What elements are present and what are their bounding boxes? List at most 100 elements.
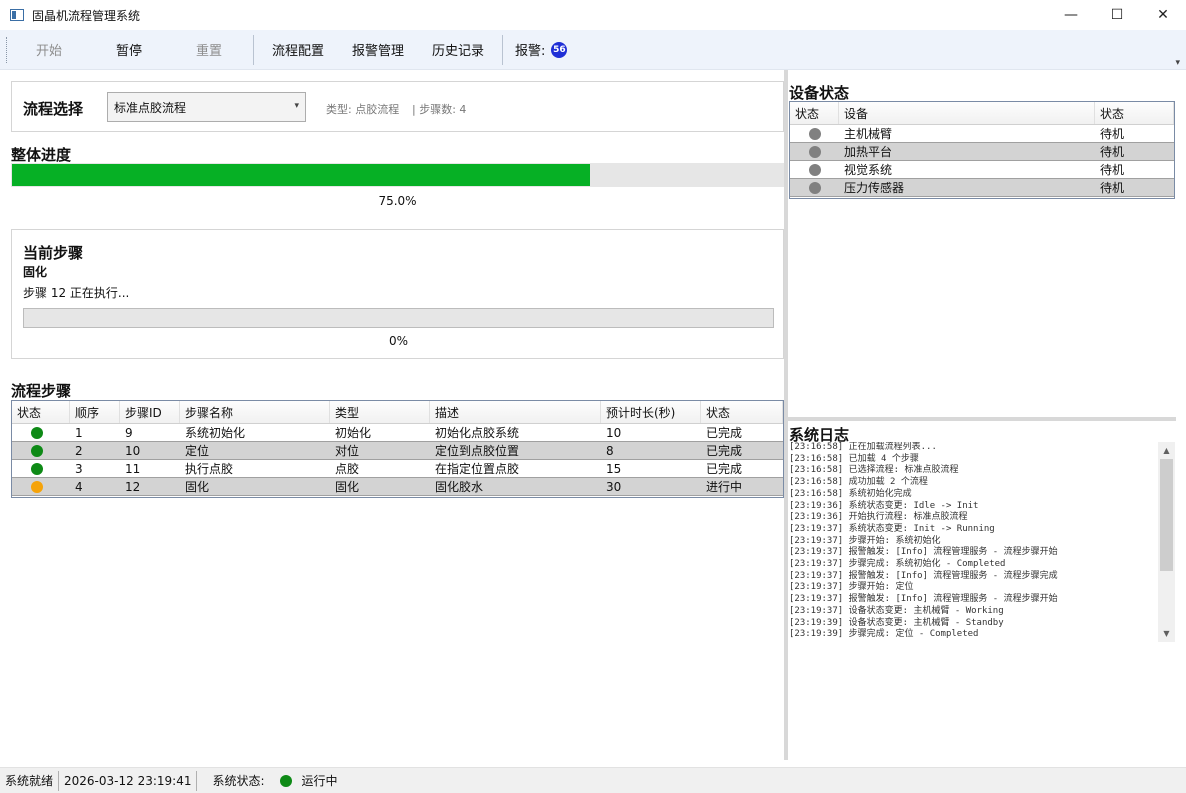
- device-name: 视觉系统: [844, 163, 893, 177]
- flow-select-panel: 流程选择 标准点胶流程 ▾ 类型: 点胶流程 | 步骤数: 4: [11, 81, 784, 132]
- table-row[interactable]: 4 12 固化 固化 固化胶水 30 进行中: [12, 478, 783, 496]
- status-dot-icon: [809, 127, 821, 140]
- status-datetime: 2026-03-12 23:19:41: [64, 773, 192, 788]
- step-type: 点胶: [335, 462, 360, 476]
- alarm-count-badge[interactable]: 56: [551, 41, 568, 58]
- status-dot-icon: [31, 444, 43, 457]
- table-row[interactable]: 视觉系统 待机: [790, 161, 1174, 179]
- table-row[interactable]: 2 10 定位 对位 定位到点胶位置 8 已完成: [12, 442, 783, 460]
- status-dot-icon: [31, 426, 43, 439]
- window-title: 固晶机流程管理系统: [32, 8, 141, 23]
- column-header[interactable]: 步骤ID: [120, 401, 180, 423]
- log-line: [23:16:58] 正在加载流程列表...: [789, 442, 937, 452]
- step-status: 已完成: [706, 462, 743, 476]
- flow-select-dropdown[interactable]: 标准点胶流程 ▾: [107, 92, 306, 122]
- main-area: 流程选择 标准点胶流程 ▾ 类型: 点胶流程 | 步骤数: 4 整体进度 75.…: [0, 70, 1186, 767]
- flow-select-value: 标准点胶流程: [114, 100, 187, 115]
- step-name: 系统初始化: [185, 426, 246, 440]
- table-row[interactable]: 加热平台 待机: [790, 143, 1174, 161]
- start-button[interactable]: 开始: [9, 30, 89, 70]
- step-id: 11: [125, 461, 141, 476]
- log-line: [23:19:37] 系统状态变更: Init -> Running: [789, 523, 995, 534]
- maximize-button[interactable]: ☐: [1094, 0, 1140, 30]
- log-scrollbar[interactable]: ▲ ▼: [1158, 442, 1175, 642]
- step-order: 1: [75, 425, 83, 440]
- log-line: [23:19:37] 报警触发: [Info] 流程管理服务 - 流程步骤完成: [789, 570, 1058, 581]
- scrollbar-thumb[interactable]: [1160, 459, 1173, 571]
- overall-progress-text: 75.0%: [378, 194, 417, 208]
- column-header[interactable]: 类型: [330, 401, 430, 423]
- left-panel: 流程选择 标准点胶流程 ▾ 类型: 点胶流程 | 步骤数: 4 整体进度 75.…: [0, 70, 786, 767]
- history-button[interactable]: 历史记录: [418, 30, 498, 70]
- step-status: 已完成: [706, 444, 743, 458]
- column-header[interactable]: 预计时长(秒): [601, 401, 701, 423]
- log-line: [23:16:58] 系统初始化完成: [789, 488, 912, 499]
- step-name: 定位: [185, 444, 210, 458]
- flow-step-count: | 步骤数: 4: [412, 103, 467, 116]
- scroll-up-icon[interactable]: ▲: [1158, 442, 1175, 459]
- pause-button[interactable]: 暂停: [89, 30, 169, 70]
- step-description: 定位到点胶位置: [435, 444, 520, 458]
- system-log-box[interactable]: [23:16:58] 正在加载流程列表... [23:16:58] 已加载 4 …: [789, 442, 1175, 642]
- system-state-dot-icon: [279, 774, 292, 787]
- step-type: 对位: [335, 444, 360, 458]
- minimize-button[interactable]: —: [1048, 0, 1094, 30]
- log-line: [23:19:39] 步骤完成: 定位 - Completed: [789, 629, 979, 640]
- system-state-value: 运行中: [301, 774, 338, 788]
- flow-steps-title: 流程步骤: [11, 382, 72, 400]
- column-header[interactable]: 状态: [790, 102, 839, 124]
- status-dot-icon: [31, 462, 43, 475]
- column-header[interactable]: 状态: [1095, 102, 1174, 124]
- step-duration: 10: [606, 425, 622, 440]
- horizontal-splitter[interactable]: [788, 417, 1176, 421]
- overall-progress-title: 整体进度: [11, 146, 72, 164]
- log-line: [23:19:36] 开始执行流程: 标准点胶流程: [789, 512, 968, 523]
- step-order: 2: [75, 443, 83, 458]
- table-row[interactable]: 1 9 系统初始化 初始化 初始化点胶系统 10 已完成: [12, 424, 783, 442]
- device-status-grid: 状态 设备 状态 主机械臂 待机 加热平台 待机 视觉系统 待机 压力传感器 待…: [789, 101, 1175, 199]
- step-type: 固化: [335, 480, 360, 494]
- status-ready-text: 系统就绪: [5, 774, 54, 788]
- step-duration: 8: [606, 443, 614, 458]
- column-header[interactable]: 描述: [430, 401, 601, 423]
- device-status-title: 设备状态: [789, 84, 850, 102]
- current-step-status: 步骤 12 正在执行...: [23, 286, 130, 300]
- device-status: 待机: [1100, 181, 1125, 195]
- status-dot-icon: [31, 480, 43, 493]
- log-line: [23:16:58] 成功加载 2 个流程: [789, 477, 928, 488]
- reset-button[interactable]: 重置: [169, 30, 249, 70]
- column-header[interactable]: 状态: [701, 401, 783, 423]
- column-header[interactable]: 状态: [12, 401, 70, 423]
- flow-steps-header: 状态 顺序 步骤ID 步骤名称 类型 描述 预计时长(秒) 状态: [12, 401, 783, 424]
- step-id: 9: [125, 425, 133, 440]
- overall-progress-fill: [12, 164, 591, 186]
- log-line: [23:16:58] 已选择流程: 标准点胶流程: [789, 465, 959, 476]
- step-type: 初始化: [335, 426, 372, 440]
- right-panel: 设备状态 状态 设备 状态 主机械臂 待机 加热平台 待机 视觉系统 待机 压力…: [788, 70, 1186, 767]
- column-header[interactable]: 步骤名称: [180, 401, 330, 423]
- close-button[interactable]: ✕: [1140, 0, 1186, 30]
- step-name: 固化: [185, 480, 210, 494]
- step-description: 固化胶水: [435, 480, 484, 494]
- scroll-down-icon[interactable]: ▼: [1158, 625, 1175, 642]
- step-status: 已完成: [706, 426, 743, 440]
- step-description: 初始化点胶系统: [435, 426, 520, 440]
- status-dot-icon: [809, 163, 821, 176]
- app-icon: [10, 9, 24, 21]
- device-name: 主机械臂: [844, 127, 893, 141]
- column-header[interactable]: 设备: [839, 102, 1095, 124]
- flow-type-text: 类型: 点胶流程: [326, 103, 400, 116]
- toolbar-overflow-icon[interactable]: ▾: [1175, 58, 1180, 68]
- window-controls: — ☐ ✕: [1048, 0, 1186, 30]
- alarm-management-button[interactable]: 报警管理: [338, 30, 418, 70]
- table-row[interactable]: 3 11 执行点胶 点胶 在指定位置点胶 15 已完成: [12, 460, 783, 478]
- column-header[interactable]: 顺序: [70, 401, 120, 423]
- device-status: 待机: [1100, 145, 1125, 159]
- table-row[interactable]: 主机械臂 待机: [790, 125, 1174, 143]
- log-line: [23:19:36] 系统状态变更: Idle -> Init: [789, 500, 979, 511]
- system-state-label: 系统状态:: [212, 774, 265, 788]
- log-line: [23:19:37] 步骤完成: 系统初始化 - Completed: [789, 559, 1006, 570]
- step-name: 执行点胶: [185, 462, 234, 476]
- table-row[interactable]: 压力传感器 待机: [790, 179, 1174, 197]
- flow-config-button[interactable]: 流程配置: [258, 30, 338, 70]
